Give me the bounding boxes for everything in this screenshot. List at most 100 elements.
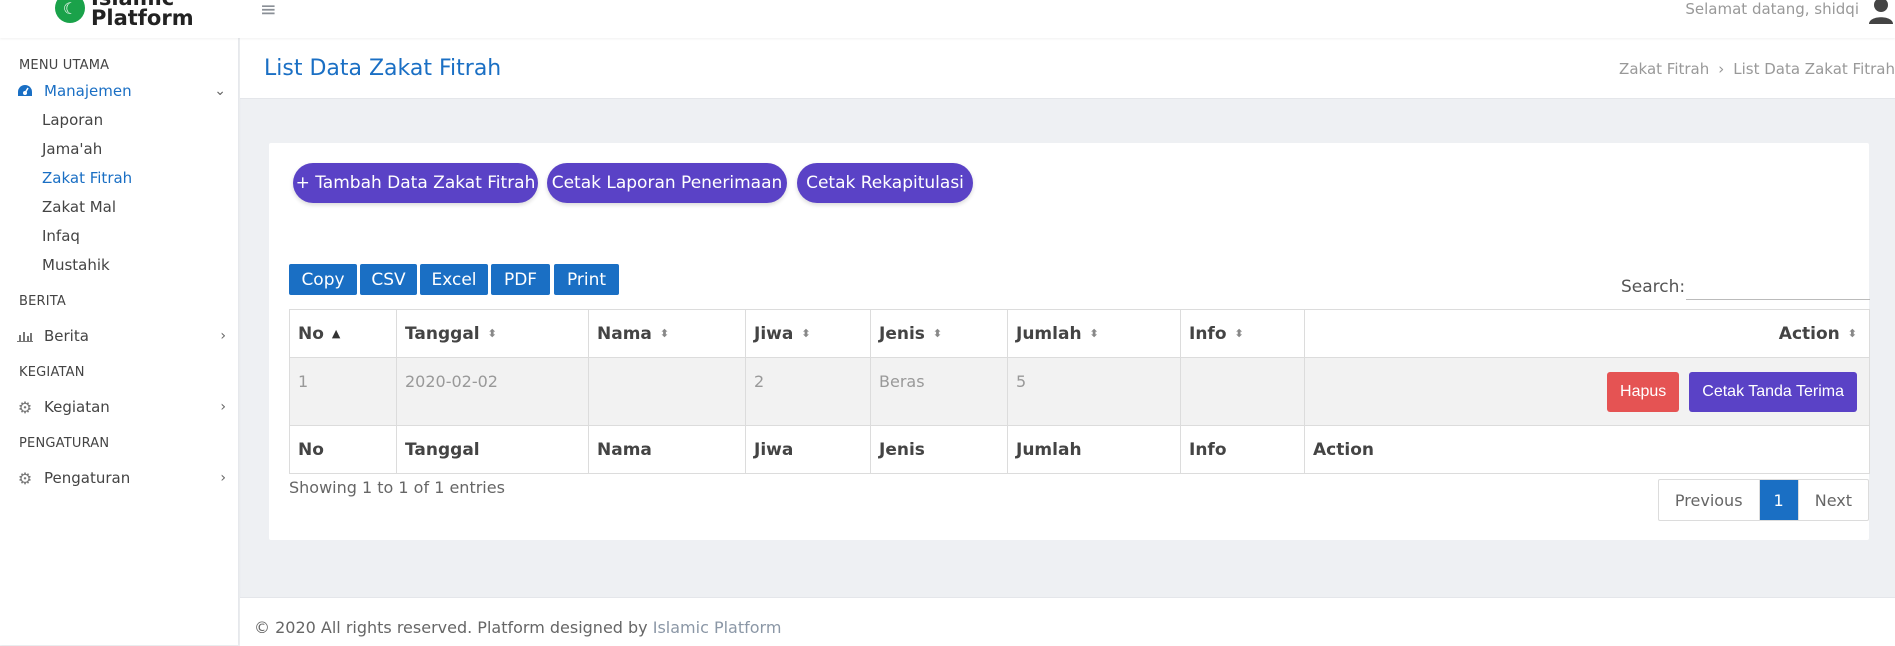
breadcrumb-separator-icon: › <box>1718 60 1725 78</box>
cell-jumlah: 5 <box>1007 358 1180 425</box>
sidebar-subitem-infaq[interactable]: Infaq <box>42 227 80 245</box>
column-header-label: No <box>298 323 324 344</box>
sidebar: MENU UTAMA Manajemen ⌄ Laporan Jama'ah Z… <box>0 38 238 645</box>
chevron-down-icon: ⌄ <box>214 83 226 99</box>
cell-jiwa: 2 <box>745 358 870 425</box>
sort-icon: ⬍ <box>932 327 943 340</box>
sidebar-item-manajemen[interactable]: Manajemen ⌄ <box>16 82 226 100</box>
column-header-info[interactable]: Info ⬍ <box>1180 310 1304 357</box>
copy-button[interactable]: Copy <box>289 264 357 295</box>
column-header-jumlah[interactable]: Jumlah ⬍ <box>1007 310 1180 357</box>
sort-icon: ⬍ <box>487 327 497 340</box>
chevron-right-icon: › <box>220 470 226 486</box>
user-avatar-icon[interactable] <box>1867 0 1895 24</box>
cell-tanggal: 2020-02-02 <box>396 358 588 425</box>
column-header-label: Action <box>1778 323 1840 344</box>
print-receipt-button[interactable]: Cetak Tanda Terima <box>1689 371 1857 412</box>
gear-icon: ⚙ <box>17 468 33 488</box>
section-pengaturan: PENGATURAN <box>19 436 110 451</box>
column-footer-jumlah: Jumlah <box>1007 426 1180 473</box>
column-footer-info: Info <box>1180 426 1304 473</box>
sort-icon: ⬍ <box>1234 327 1244 340</box>
column-header-label: Jenis <box>879 323 925 344</box>
column-header-label: Jumlah <box>1016 323 1082 344</box>
print-receipt-report-button[interactable]: Cetak Laporan Penerimaan <box>547 163 787 203</box>
page-title: List Data Zakat Fitrah <box>264 56 502 81</box>
print-button[interactable]: Print <box>554 264 619 295</box>
logo-text-line2: Platform <box>91 6 194 30</box>
column-header-label: Jiwa <box>754 323 794 344</box>
page-header: List Data Zakat Fitrah Zakat Fitrah › List… <box>240 38 1895 99</box>
footer-link[interactable]: Islamic Platform <box>653 618 782 637</box>
footer-copyright: © 2020 All rights reserved. Platform des… <box>254 618 653 637</box>
delete-button[interactable]: Hapus <box>1607 371 1680 412</box>
sidebar-subitem-zakat-fitrah[interactable]: Zakat Fitrah <box>42 169 132 187</box>
cell-no: 1 <box>298 372 309 391</box>
print-recap-button[interactable]: Cetak Rekapitulasi <box>797 163 973 203</box>
footer-text: © 2020 All rights reserved. Platform des… <box>254 618 781 637</box>
sidebar-item-label: Berita <box>44 327 89 345</box>
table-row: 1 2020-02-02 2 Beras 5 Hapus Cetak Tanda… <box>290 357 1869 426</box>
column-footer-no: No <box>298 439 324 460</box>
add-zakat-fitrah-button[interactable]: + Tambah Data Zakat Fitrah <box>293 163 538 203</box>
chevron-right-icon: › <box>220 328 226 344</box>
column-header-jenis[interactable]: Jenis ⬍ <box>870 310 1007 357</box>
section-menu-utama: MENU UTAMA <box>19 58 110 73</box>
cell-jenis: Beras <box>870 358 1007 425</box>
next-page-button[interactable]: Next <box>1797 480 1868 520</box>
column-header-label: Info <box>1189 323 1227 344</box>
table-header-row: No ▲ Tanggal ⬍ Nama ⬍ Jiwa ⬍ Jenis ⬍ Jumlah ⬍ … <box>290 310 1869 357</box>
search-input[interactable] <box>1686 273 1870 300</box>
table-footer-row: No Tanggal Nama Jiwa Jenis Jumlah Info A… <box>290 426 1869 473</box>
column-header-jiwa[interactable]: Jiwa ⬍ <box>745 310 870 357</box>
section-kegiatan: KEGIATAN <box>19 365 85 380</box>
table-info: Showing 1 to 1 of 1 entries <box>289 478 505 497</box>
column-header-label: Tanggal <box>405 323 480 344</box>
page-button-1[interactable]: 1 <box>1758 480 1798 520</box>
sort-icon: ⬍ <box>801 327 811 340</box>
pdf-button[interactable]: PDF <box>491 264 550 295</box>
page-footer: © 2020 All rights reserved. Platform des… <box>240 597 1895 646</box>
sidebar-subitem-mustahik[interactable]: Mustahik <box>42 256 110 274</box>
sidebar-subitem-jamaah[interactable]: Jama'ah <box>42 140 102 158</box>
logo-text: Islamic Platform <box>91 0 194 30</box>
sidebar-item-label: Pengaturan <box>44 469 131 487</box>
csv-button[interactable]: CSV <box>360 264 417 295</box>
content-card: + Tambah Data Zakat Fitrah Cetak Laporan… <box>269 143 1870 540</box>
column-header-label: Nama <box>597 323 652 344</box>
sidebar-subitem-zakat-mal[interactable]: Zakat Mal <box>42 198 116 216</box>
search-label: Search: <box>1621 277 1686 297</box>
column-footer-jenis: Jenis <box>870 426 1007 473</box>
cell-nama <box>588 358 745 425</box>
top-navbar: ☾ Islamic Platform ≡ Selamat datang, shi… <box>0 0 1895 38</box>
section-berita: BERITA <box>19 294 67 309</box>
sort-icon: ⬍ <box>1089 327 1099 340</box>
sort-icon: ⬍ <box>1847 327 1857 340</box>
column-footer-tanggal: Tanggal <box>396 426 588 473</box>
welcome-text: Selamat datang, shidqi <box>1685 0 1859 18</box>
column-header-no[interactable]: No ▲ <box>290 310 396 357</box>
column-header-action[interactable]: Action ⬍ <box>1304 310 1867 357</box>
logo-mark-icon: ☾ <box>55 0 85 23</box>
sidebar-subitem-laporan[interactable]: Laporan <box>42 111 103 129</box>
breadcrumb-item-zakat-fitrah[interactable]: Zakat Fitrah <box>1619 60 1709 78</box>
column-header-nama[interactable]: Nama ⬍ <box>588 310 745 357</box>
cell-action: Hapus Cetak Tanda Terima <box>1304 358 1867 425</box>
excel-button[interactable]: Excel <box>420 264 488 295</box>
sidebar-item-pengaturan[interactable]: ⚙ Pengaturan › <box>16 468 226 488</box>
dashboard-icon <box>16 83 34 99</box>
pagination: Previous 1 Next <box>1657 479 1869 521</box>
sidebar-item-berita[interactable]: Berita › <box>16 327 226 345</box>
cell-info <box>1180 358 1304 425</box>
previous-page-button[interactable]: Previous <box>1659 480 1759 520</box>
app-logo[interactable]: ☾ Islamic Platform <box>55 0 194 30</box>
breadcrumb: Zakat Fitrah › List Data Zakat Fitrah <box>1619 60 1895 78</box>
sort-asc-icon: ▲ <box>331 327 341 340</box>
sort-icon: ⬍ <box>659 327 670 340</box>
sidebar-item-label: Manajemen <box>44 82 132 100</box>
sidebar-item-label: Kegiatan <box>44 398 110 416</box>
menu-toggle-icon[interactable]: ≡ <box>260 0 277 21</box>
column-header-tanggal[interactable]: Tanggal ⬍ <box>396 310 588 357</box>
sidebar-item-kegiatan[interactable]: ⚙ Kegiatan › <box>16 398 226 417</box>
column-footer-nama: Nama <box>588 426 745 473</box>
